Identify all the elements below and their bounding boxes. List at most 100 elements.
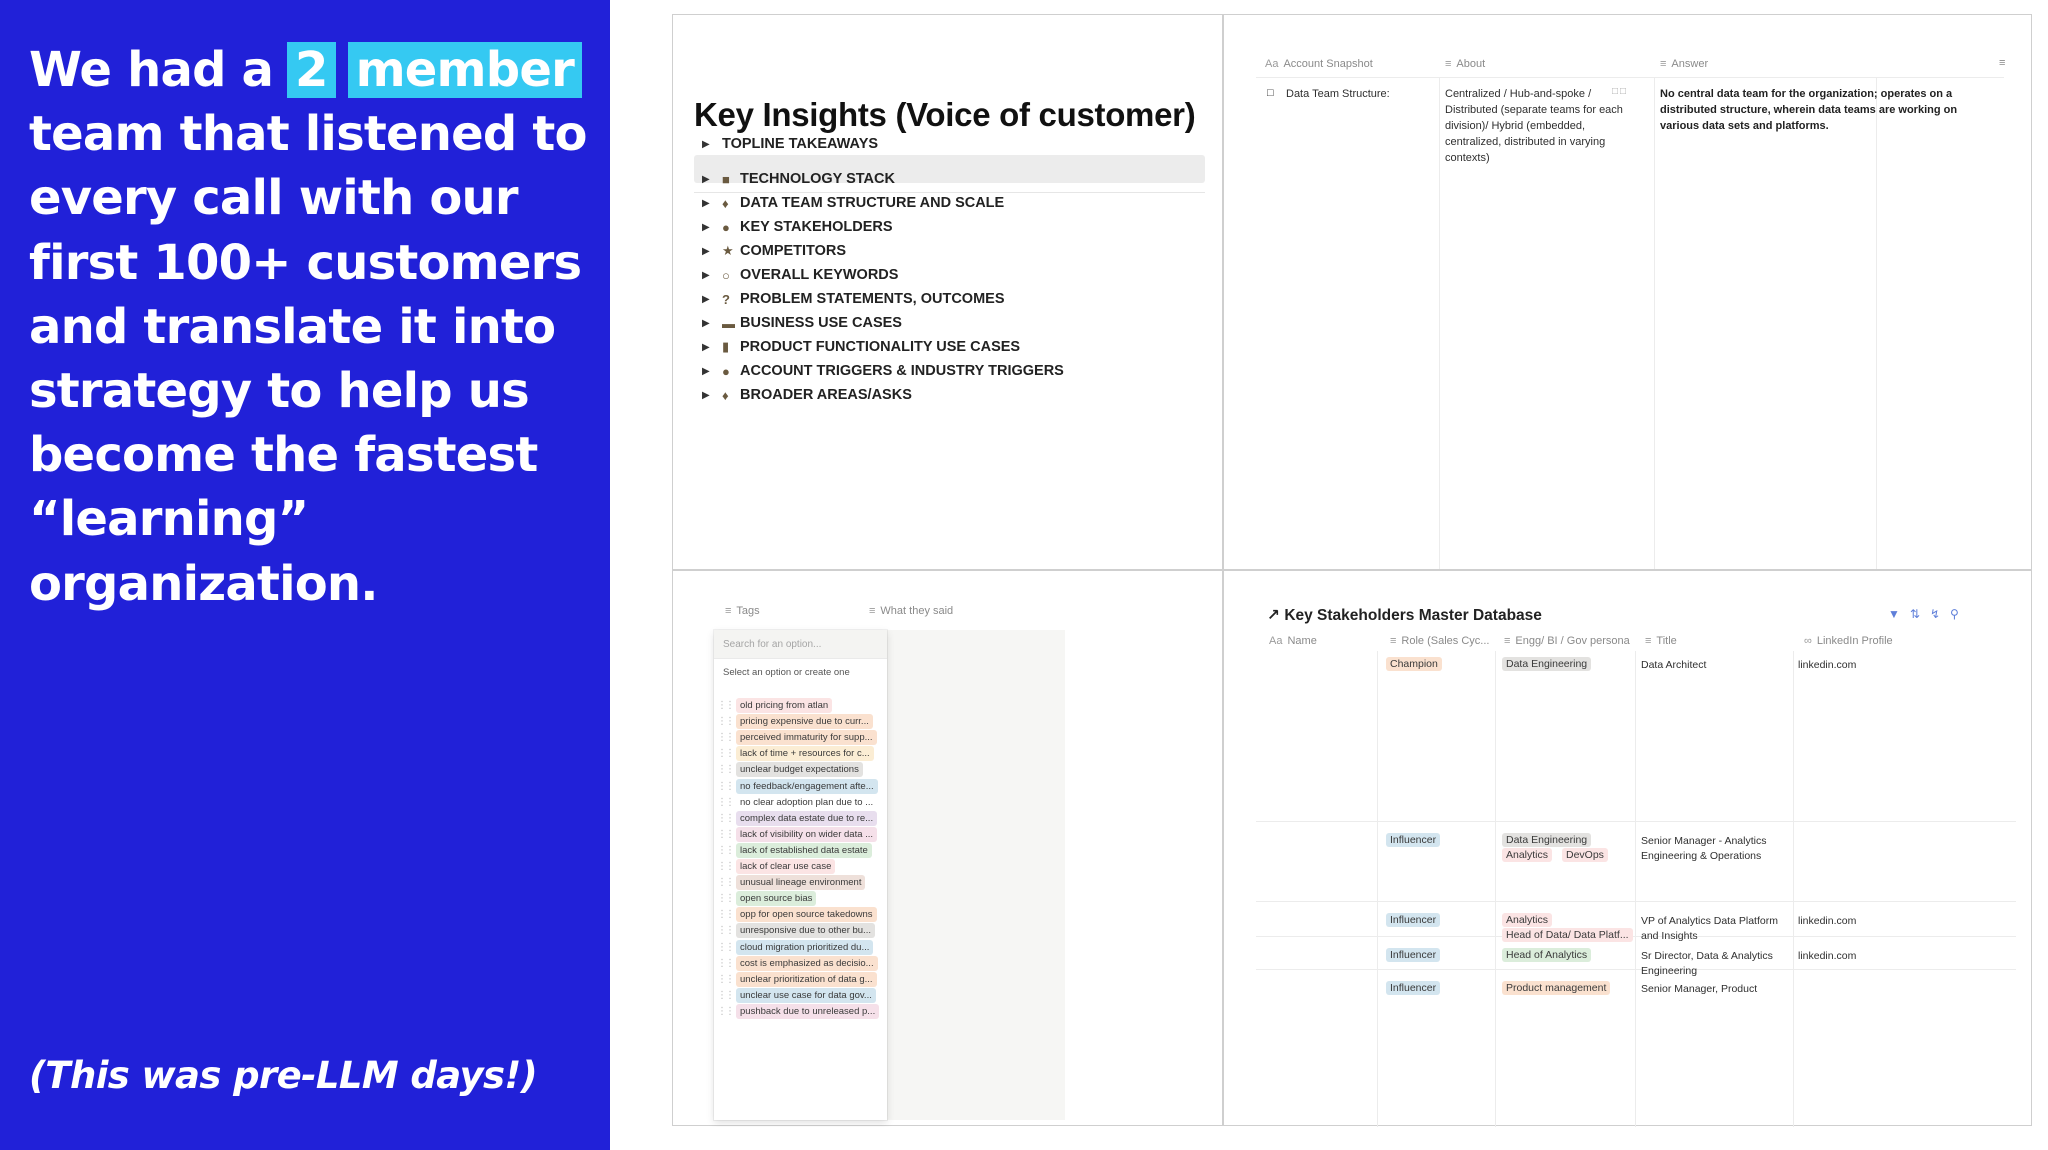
about-cell[interactable]: Centralized / Hub-and-spoke / Distribute… xyxy=(1445,86,1635,166)
toggle-block[interactable]: ▶ ★ COMPETITORS xyxy=(702,239,846,263)
drag-handle-icon[interactable]: ⋮⋮ xyxy=(714,990,736,1001)
column-header-answer[interactable]: ≡ Answer xyxy=(1660,58,1708,70)
drag-handle-icon[interactable]: ⋮⋮ xyxy=(714,813,736,824)
column-header-role[interactable]: ≡ Role (Sales Cyc... xyxy=(1390,635,1489,647)
search-icon[interactable]: ⚲ xyxy=(1950,607,1969,621)
headline-highlight-number: 2 xyxy=(287,42,336,98)
toggle-arrow-icon[interactable]: ▶ xyxy=(702,366,722,377)
drag-handle-icon[interactable]: ⋮⋮ xyxy=(714,732,736,743)
persona-tag[interactable]: Head of Data/ Data Platf... xyxy=(1502,928,1633,942)
toggle-block[interactable]: ▶ ■ TECHNOLOGY STACK xyxy=(702,167,895,191)
drag-handle-icon[interactable]: ⋮⋮ xyxy=(714,861,736,872)
toggle-block[interactable]: ▶ ● ACCOUNT TRIGGERS & INDUSTRY TRIGGERS xyxy=(702,359,1064,383)
toggle-block[interactable]: ▶ ▮ PRODUCT FUNCTIONALITY USE CASES xyxy=(702,335,1020,359)
toggle-arrow-icon[interactable]: ▶ xyxy=(702,198,722,209)
row-divider xyxy=(1256,821,2016,822)
link-icon: ∞ xyxy=(1804,635,1812,647)
toggle-arrow-icon[interactable]: ▶ xyxy=(702,139,722,150)
title-cell[interactable]: Senior Manager - Analytics Engineering &… xyxy=(1641,834,1781,864)
toggle-arrow-icon[interactable]: ▶ xyxy=(702,222,722,233)
persona-tag[interactable]: Analytics xyxy=(1502,913,1553,927)
toggle-arrow-icon[interactable]: ▶ xyxy=(702,174,722,185)
toggle-block[interactable]: ▶ ● KEY STAKEHOLDERS xyxy=(702,215,893,239)
answer-cell[interactable]: No central data team for the organizatio… xyxy=(1660,86,1960,134)
toggle-arrow-icon[interactable]: ▶ xyxy=(702,270,722,281)
persona-tag[interactable]: Product management xyxy=(1502,981,1611,995)
column-header-name[interactable]: Aa Name xyxy=(1269,635,1317,647)
drag-handle-icon[interactable]: ⋮⋮ xyxy=(714,974,736,985)
toggle-label: OVERALL KEYWORDS xyxy=(740,267,899,283)
title-cell[interactable]: Data Architect xyxy=(1641,658,1781,673)
drag-handle-icon[interactable]: ⋮⋮ xyxy=(714,925,736,936)
lines-icon: ≡ xyxy=(869,605,876,617)
role-tag[interactable]: Influencer xyxy=(1386,948,1441,962)
drag-handle-icon[interactable]: ⋮⋮ xyxy=(714,877,736,888)
toggle-block[interactable]: ▶ ♦ DATA TEAM STRUCTURE AND SCALE xyxy=(702,191,1004,215)
column-header-tags[interactable]: ≡ Tags xyxy=(725,605,760,617)
title-cell[interactable]: VP of Analytics Data Platform and Insigh… xyxy=(1641,914,1781,944)
role-tag[interactable]: Champion xyxy=(1386,657,1442,671)
toggle-arrow-icon[interactable]: ▶ xyxy=(702,294,722,305)
column-header-persona[interactable]: ≡ Engg/ BI / Gov persona xyxy=(1504,635,1630,647)
page-icon: □ xyxy=(1267,87,1274,99)
linkedin-link[interactable]: linkedin.com xyxy=(1798,949,1856,964)
persona-tag[interactable]: Data Engineering xyxy=(1502,833,1592,847)
title-cell[interactable]: Senior Manager, Product xyxy=(1641,982,1781,997)
detective-icon: ■ xyxy=(722,171,730,187)
column-header-account-snapshot[interactable]: Aa Account Snapshot xyxy=(1265,58,1373,70)
tags-dropdown-view: ≡ Tags ≡ What they said Search for an opti… xyxy=(673,571,1222,1127)
toggle-block[interactable]: ▶ TOPLINE TAKEAWAYS xyxy=(702,132,878,156)
role-tag[interactable]: Influencer xyxy=(1386,981,1441,995)
menu-hint: Select an option or create one xyxy=(723,667,850,678)
tag-option[interactable]: ⋮⋮ pushback due to unreleased p... xyxy=(714,1001,887,1022)
persona-tag[interactable]: Analytics xyxy=(1502,848,1553,862)
drag-handle-icon[interactable]: ⋮⋮ xyxy=(714,748,736,759)
option-search-input[interactable]: Search for an option... xyxy=(714,630,887,659)
drag-handle-icon[interactable]: ⋮⋮ xyxy=(714,829,736,840)
lines-icon: ≡ xyxy=(1660,58,1667,70)
tag-chip: pushback due to unreleased p... xyxy=(736,1003,880,1019)
persona-tag[interactable]: Data Engineering xyxy=(1502,657,1592,671)
runner-icon: ★ xyxy=(722,243,734,258)
linkedin-link[interactable]: linkedin.com xyxy=(1798,658,1856,673)
filter-icon[interactable]: ▼ xyxy=(1888,607,1910,621)
row-name[interactable]: Data Team Structure: xyxy=(1286,86,1436,102)
drag-handle-icon[interactable]: ⋮⋮ xyxy=(714,797,736,808)
role-tag[interactable]: Influencer xyxy=(1386,833,1441,847)
drag-handle-icon[interactable]: ⋮⋮ xyxy=(714,764,736,775)
comment-icon[interactable]: □ □ xyxy=(1612,86,1626,97)
linkedin-link[interactable]: linkedin.com xyxy=(1798,914,1856,929)
lightning-icon[interactable]: ↯ xyxy=(1930,607,1950,621)
column-header-about[interactable]: ≡ About xyxy=(1445,58,1485,70)
drag-handle-icon[interactable]: ⋮⋮ xyxy=(714,1006,736,1017)
column-header-what-they-said[interactable]: ≡ What they said xyxy=(869,605,953,617)
drag-handle-icon[interactable]: ⋮⋮ xyxy=(714,893,736,904)
drag-handle-icon[interactable]: ⋮⋮ xyxy=(714,909,736,920)
toggle-block[interactable]: ▶ ▬ BUSINESS USE CASES xyxy=(702,311,902,335)
toggle-arrow-icon[interactable]: ▶ xyxy=(702,246,722,257)
drag-handle-icon[interactable]: ⋮⋮ xyxy=(714,958,736,969)
toggle-label: ACCOUNT TRIGGERS & INDUSTRY TRIGGERS xyxy=(740,363,1064,379)
persona-tag[interactable]: Head of Analytics xyxy=(1502,948,1592,962)
column-header-title[interactable]: ≡ Title xyxy=(1645,635,1677,647)
column-menu-icon[interactable]: ≡ xyxy=(1999,57,2005,69)
screenshot-collage: Key Insights (Voice of customer) ▶ TOPLIN… xyxy=(672,14,2032,1127)
drag-handle-icon[interactable]: ⋮⋮ xyxy=(714,781,736,792)
drag-handle-icon[interactable]: ⋮⋮ xyxy=(714,942,736,953)
role-tag[interactable]: Influencer xyxy=(1386,913,1441,927)
toggle-arrow-icon[interactable]: ▶ xyxy=(702,342,722,353)
list-icon: ≡ xyxy=(1390,635,1397,647)
title-cell[interactable]: Sr Director, Data & Analytics Engineerin… xyxy=(1641,949,1781,979)
drag-handle-icon[interactable]: ⋮⋮ xyxy=(714,716,736,727)
toggle-block[interactable]: ▶ ♦ BROADER AREAS/ASKS xyxy=(702,383,912,407)
persona-tag[interactable]: DevOps xyxy=(1562,848,1608,862)
column-header-linkedin[interactable]: ∞ LinkedIn Profile xyxy=(1804,635,1893,647)
database-title[interactable]: ↗ Key Stakeholders Master Database xyxy=(1267,606,1542,625)
toggle-arrow-icon[interactable]: ▶ xyxy=(702,318,722,329)
toggle-arrow-icon[interactable]: ▶ xyxy=(702,390,722,401)
drag-handle-icon[interactable]: ⋮⋮ xyxy=(714,700,736,711)
toggle-block[interactable]: ▶ ○ OVERALL KEYWORDS xyxy=(702,263,898,287)
toggle-block[interactable]: ▶? PROBLEM STATEMENTS, OUTCOMES xyxy=(702,287,1005,311)
sort-icon[interactable]: ⇅ xyxy=(1910,607,1930,621)
drag-handle-icon[interactable]: ⋮⋮ xyxy=(714,845,736,856)
